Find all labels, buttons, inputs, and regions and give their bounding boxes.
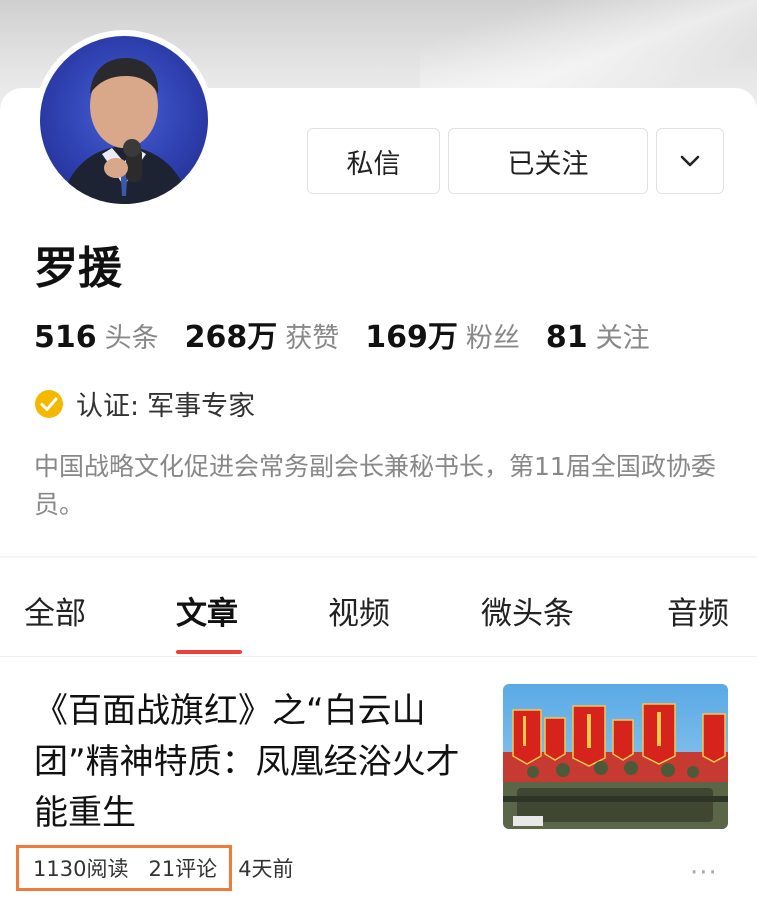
more-dots-icon[interactable]: ··· [690, 858, 718, 888]
stat-likes[interactable]: 268万 获赞 [185, 312, 340, 356]
stat-value: 268万 [184, 320, 278, 355]
stat-label: 头条 [104, 323, 159, 354]
verification-row: 认证: 军事专家 [34, 384, 255, 423]
message-button[interactable]: 私信 [307, 128, 440, 194]
profile-bio: 中国战略文化促进会常务副会长兼秘书长，第11届全国政协委员。 [34, 452, 716, 519]
stat-label: 获赞 [285, 323, 340, 354]
comment-count[interactable]: 21评论 [148, 853, 217, 883]
stat-label: 关注 [595, 323, 650, 354]
section-separator [0, 556, 757, 558]
more-options-button[interactable] [656, 128, 724, 194]
verified-badge-icon [35, 389, 63, 418]
article-meta: 1130阅读 21评论 4天前 [16, 845, 294, 891]
stat-label: 粉丝 [465, 323, 520, 354]
stat-value: 169万 [365, 320, 458, 355]
active-tab-indicator [176, 650, 242, 654]
stat-followers[interactable]: 169万 粉丝 [365, 312, 520, 356]
content-tabs: 全部 文章 视频 微头条 音频 [0, 568, 757, 654]
tabs-divider [0, 656, 757, 657]
message-button-label: 私信 [346, 148, 401, 180]
stat-value: 516 [34, 320, 97, 355]
stat-value: 81 [545, 320, 588, 355]
stat-following[interactable]: 81 关注 [546, 316, 650, 355]
verification-value: 军事专家 [147, 391, 256, 422]
tab-micro-posts[interactable]: 微头条 [481, 588, 574, 633]
article-thumbnail[interactable] [503, 684, 728, 829]
profile-name: 罗援 [34, 243, 122, 294]
highlight-box: 1130阅读 21评论 [16, 845, 233, 891]
banner-highlight [420, 0, 757, 100]
chevron-down-icon [680, 155, 700, 167]
tab-articles[interactable]: 文章 [176, 588, 238, 633]
parade-image [503, 684, 728, 829]
tab-audio[interactable]: 音频 [667, 588, 729, 633]
tab-videos[interactable]: 视频 [328, 588, 390, 633]
profile-stats: 516 头条 268万 获赞 169万 粉丝 81 关注 [34, 312, 676, 356]
avatar-photo [40, 36, 208, 204]
read-count: 1130阅读 [33, 857, 129, 881]
follow-button-label: 已关注 [507, 148, 589, 180]
tab-all[interactable]: 全部 [24, 588, 86, 633]
portrait-illustration [60, 58, 190, 204]
publish-time: 4天前 [238, 857, 294, 881]
avatar[interactable] [34, 30, 214, 210]
verification-label: 认证: [76, 391, 140, 422]
follow-button[interactable]: 已关注 [448, 128, 648, 194]
stat-articles[interactable]: 516 头条 [34, 316, 159, 355]
article-title[interactable]: 《百面战旗红》之“白云山团”精神特质：凤凰经浴火才能重生 [34, 686, 464, 839]
